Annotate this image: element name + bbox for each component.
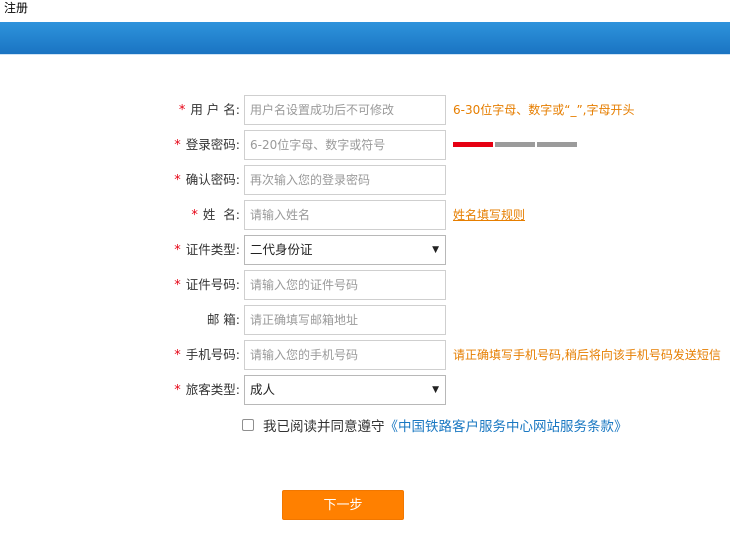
phone-hint: 请正确填写手机号码,稍后将向该手机号码发送短信 <box>453 348 721 362</box>
username-hint: 6-30位字母、数字或“_”,字母开头 <box>453 103 635 117</box>
next-step-button[interactable]: 下一步 <box>282 490 404 520</box>
name-label: * 姓 名: <box>191 207 240 223</box>
username-input[interactable] <box>244 95 446 125</box>
id-number-input[interactable] <box>244 270 446 300</box>
name-rules-link[interactable]: 姓名填写规则 <box>453 200 525 230</box>
passenger-type-label: * 旅客类型: <box>174 382 240 398</box>
confirm-password-label: * 确认密码: <box>174 172 240 188</box>
service-terms-link[interactable]: 《中国铁路客户服务中心网站服务条款》 <box>385 415 628 435</box>
username-label: * 用 户 名: <box>178 102 240 118</box>
password-strength-meter <box>453 142 577 147</box>
phone-row: *手机号码: 请正确填写手机号码,稍后将向该手机号码发送短信 <box>0 340 730 370</box>
email-row: 邮 箱: <box>0 305 730 335</box>
email-label: 邮 箱: <box>206 312 240 327</box>
required-mark: * <box>178 103 186 118</box>
header-banner <box>0 22 730 55</box>
phone-label: * 手机号码: <box>174 347 240 363</box>
email-input[interactable] <box>244 305 446 335</box>
required-mark: * <box>174 383 181 398</box>
agreement-checkbox[interactable] <box>242 419 254 431</box>
chevron-down-icon: ▼ <box>432 385 439 395</box>
username-row: *用 户 名: 6-30位字母、数字或“_”,字母开头 <box>0 95 730 125</box>
password-label: * 登录密码: <box>174 137 240 153</box>
passenger-type-value: 成人 <box>250 382 276 397</box>
required-mark: * <box>174 173 181 188</box>
required-mark: * <box>174 243 181 258</box>
strength-segment-3 <box>537 142 577 147</box>
id-type-value: 二代身份证 <box>250 242 313 257</box>
id-number-label: * 证件号码: <box>174 277 240 293</box>
required-mark: * <box>191 208 198 223</box>
confirm-password-row: * 确认密码: <box>0 165 730 195</box>
name-input[interactable] <box>244 200 446 230</box>
required-mark: * <box>174 278 181 293</box>
id-type-row: * 证件类型: 二代身份证 ▼ <box>0 235 730 265</box>
passenger-type-row: * 旅客类型: 成人 ▼ <box>0 375 730 405</box>
confirm-password-input[interactable] <box>244 165 446 195</box>
name-row: *姓 名: 姓名填写规则 <box>0 200 730 230</box>
page-title: 注册 <box>4 1 29 15</box>
required-mark: * <box>174 348 181 363</box>
id-type-select[interactable]: 二代身份证 ▼ <box>244 235 446 265</box>
strength-segment-2 <box>495 142 535 147</box>
agreement-text: 我已阅读并同意遵守 <box>263 419 385 435</box>
agreement-row: 我已阅读并同意遵守 《中国铁路客户服务中心网站服务条款》 <box>242 414 628 436</box>
chevron-down-icon: ▼ <box>432 245 439 255</box>
id-type-label: * 证件类型: <box>174 242 240 258</box>
password-input[interactable] <box>244 130 446 160</box>
password-row: * 登录密码: <box>0 130 730 160</box>
id-number-row: * 证件号码: <box>0 270 730 300</box>
required-mark: * <box>174 138 181 153</box>
phone-input[interactable] <box>244 340 446 370</box>
strength-segment-1 <box>453 142 493 147</box>
passenger-type-select[interactable]: 成人 ▼ <box>244 375 446 405</box>
